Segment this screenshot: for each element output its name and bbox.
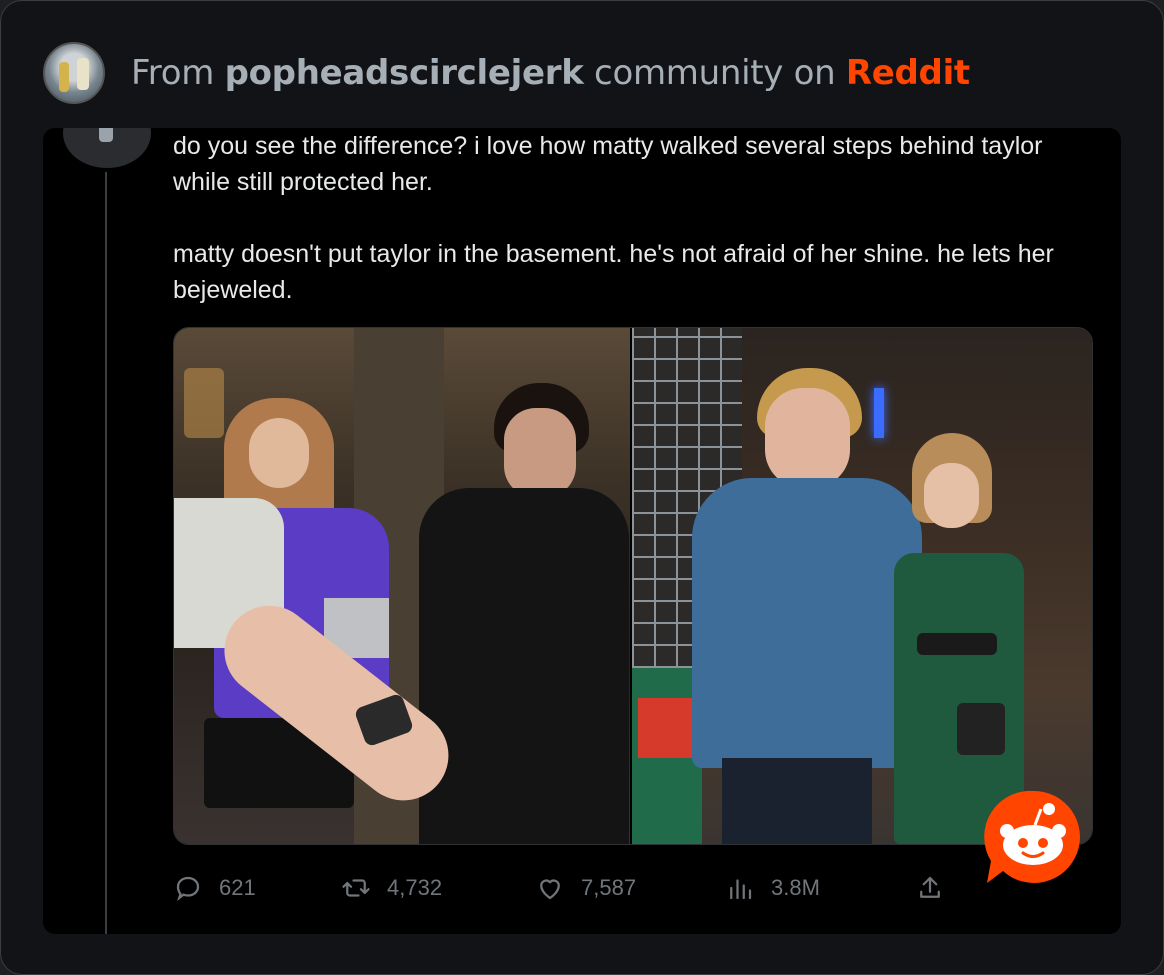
like-count: 7,587	[581, 875, 637, 900]
tweet-media[interactable]	[173, 327, 1093, 845]
views-icon	[730, 879, 752, 900]
photo-left[interactable]	[174, 328, 630, 844]
author-avatar[interactable]	[63, 128, 151, 168]
reddit-link[interactable]: Reddit	[846, 53, 970, 93]
reddit-embed-card: From popheadscirclejerk community on Red…	[0, 0, 1164, 975]
views-count: 3.8M	[771, 875, 820, 900]
share-button[interactable]	[915, 873, 961, 903]
community-header: From popheadscirclejerk community on Red…	[43, 41, 970, 105]
views-button[interactable]: 3.8M	[725, 873, 820, 903]
tweet-paragraph-2: matty doesn't put taylor in the basement…	[173, 240, 1054, 304]
retweet-count: 4,732	[387, 875, 443, 900]
tweet-post: do you see the difference? i love how ma…	[43, 128, 1121, 934]
tweet-actions: 621 4,732 7,587 3.8M	[173, 873, 973, 903]
tweet-text: do you see the difference? i love how ma…	[173, 128, 1083, 344]
community-middle-text: community on	[594, 53, 836, 93]
retweet-button[interactable]: 4,732	[341, 873, 442, 903]
thread-line	[105, 172, 107, 934]
reply-button[interactable]: 621	[173, 873, 256, 903]
retweet-icon	[342, 879, 370, 897]
like-icon	[540, 879, 560, 900]
community-name-link[interactable]: popheadscirclejerk	[225, 53, 584, 93]
from-prefix: From	[131, 53, 215, 93]
photo-right[interactable]	[632, 328, 1092, 844]
reddit-snoo-icon[interactable]	[983, 787, 1083, 887]
reply-icon	[176, 876, 200, 902]
community-source-line: From popheadscirclejerk community on Red…	[131, 53, 970, 93]
community-avatar[interactable]	[43, 42, 105, 104]
reply-count: 621	[219, 875, 256, 900]
share-icon	[920, 876, 940, 898]
like-button[interactable]: 7,587	[535, 873, 636, 903]
tweet-paragraph-1: do you see the difference? i love how ma…	[173, 132, 1043, 196]
